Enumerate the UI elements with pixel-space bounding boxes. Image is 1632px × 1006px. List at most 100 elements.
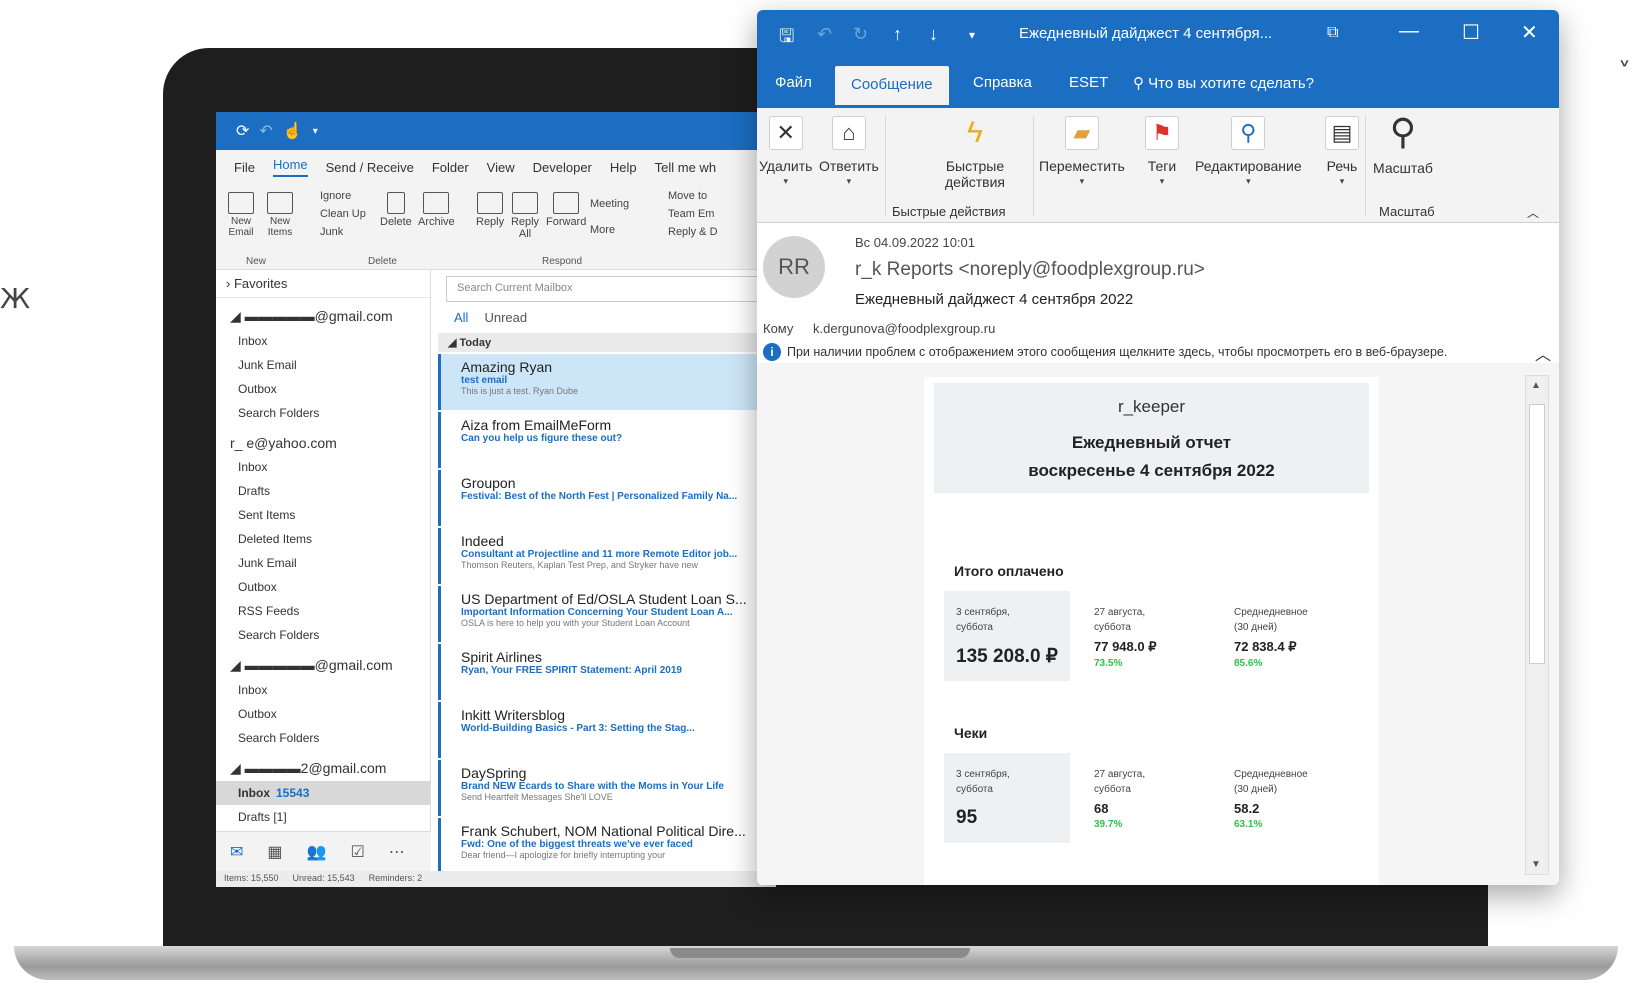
menu-tell-me[interactable]: Tell me wh xyxy=(655,160,716,175)
folder-item[interactable]: Search Folders xyxy=(216,401,430,425)
filter-all[interactable]: All xyxy=(454,310,468,325)
folder-item[interactable]: Outbox xyxy=(216,377,430,401)
editing-button[interactable]: ⚲ Редактирование ▾ xyxy=(1195,116,1302,187)
list-item[interactable]: Groupon Festival: Best of the North Fest… xyxy=(438,470,776,526)
folder-item[interactable]: Inbox xyxy=(216,329,430,353)
customize-qat-icon[interactable]: ▾ xyxy=(313,126,318,137)
minimize-icon[interactable]: — xyxy=(1399,20,1419,43)
move-to-button[interactable]: Move to xyxy=(668,190,707,202)
tags-button[interactable]: ⚑ Теги ▾ xyxy=(1145,116,1179,187)
next-item-icon[interactable]: ↓ xyxy=(929,24,938,45)
more-button[interactable]: More xyxy=(590,224,615,236)
list-item[interactable]: Aiza from EmailMeForm Can you help us fi… xyxy=(438,412,776,468)
touch-mode-icon[interactable]: ☝ xyxy=(283,121,303,141)
folder-item-inbox-selected[interactable]: Inbox 15543 xyxy=(216,781,430,805)
folder-item[interactable]: Search Folders xyxy=(216,623,430,647)
account-header[interactable]: ◢ ▬▬▬▬▬@gmail.com xyxy=(216,647,430,678)
customize-qat-icon[interactable]: ▾ xyxy=(969,28,975,42)
group-header-today[interactable]: ◢ Today xyxy=(438,333,776,352)
ignore-button[interactable]: Ignore xyxy=(320,190,351,202)
account-header[interactable]: r_ e@yahoo.com xyxy=(216,425,430,455)
collapse-header-icon[interactable]: ︿ xyxy=(1535,341,1551,365)
folder-item[interactable]: Inbox xyxy=(216,455,430,479)
folder-item[interactable]: Sent Items xyxy=(216,503,430,527)
team-email-button[interactable]: Team Em xyxy=(668,208,714,220)
delete-button[interactable]: Delete xyxy=(380,192,412,228)
tab-eset[interactable]: ESET xyxy=(1069,74,1108,91)
ribbon-display-options-icon[interactable]: ⧉ xyxy=(1327,24,1338,42)
menu-file[interactable]: File xyxy=(234,160,255,175)
more-icon[interactable]: ⋯ xyxy=(389,842,405,862)
folder-item[interactable]: Junk Email xyxy=(216,551,430,575)
folder-item[interactable]: Inbox xyxy=(216,678,430,702)
scroll-down-icon[interactable]: ▼ xyxy=(1531,859,1541,870)
menu-send-receive[interactable]: Send / Receive xyxy=(326,160,414,175)
tab-help[interactable]: Справка xyxy=(973,74,1032,91)
collapse-ribbon-icon[interactable]: ︿ xyxy=(1527,204,1539,221)
undo-icon[interactable]: ↶ xyxy=(817,24,832,45)
reply-button[interactable]: ⌂ Ответить ▾ xyxy=(819,116,879,187)
vertical-scrollbar[interactable]: ▲ ▼ xyxy=(1525,375,1549,875)
account-header[interactable]: ◢ ▬▬▬▬▬@gmail.com xyxy=(216,298,430,329)
folder-item[interactable]: Outbox xyxy=(216,702,430,726)
close-icon[interactable]: ✕ xyxy=(1521,20,1538,45)
tell-me-search[interactable]: ⚲ Что вы хотите сделать? xyxy=(1133,74,1314,92)
folder-item[interactable]: Drafts xyxy=(216,479,430,503)
reply-all-button[interactable]: Reply All xyxy=(510,192,540,240)
meeting-button[interactable]: Meeting xyxy=(590,198,629,210)
reply-button[interactable]: Reply xyxy=(476,192,504,228)
maximize-icon[interactable]: ☐ xyxy=(1462,20,1480,45)
account-header[interactable]: ◢ ▬▬▬▬2@gmail.com xyxy=(216,750,430,781)
folder-item[interactable]: Deleted Items xyxy=(216,527,430,551)
previous-item-icon[interactable]: ↑ xyxy=(893,24,902,45)
message-from[interactable]: r_k Reports <noreply@foodplexgroup.ru> xyxy=(855,259,1205,281)
redo-icon[interactable]: ↻ xyxy=(853,24,868,45)
favorites-header[interactable]: › Favorites xyxy=(216,270,430,298)
folder-item[interactable]: Outbox xyxy=(216,575,430,599)
menu-home[interactable]: Home xyxy=(272,157,308,177)
folder-item[interactable]: Junk Email xyxy=(216,353,430,377)
save-icon[interactable]: 🖫 xyxy=(779,24,794,54)
forward-button[interactable]: Forward xyxy=(546,192,586,228)
tab-message[interactable]: Сообщение xyxy=(835,66,949,105)
zoom-button[interactable]: ⚲ Масштаб xyxy=(1373,111,1433,176)
tab-file[interactable]: Файл xyxy=(775,74,812,91)
calendar-icon[interactable]: ▦ xyxy=(267,842,282,862)
clean-up-button[interactable]: Clean Up xyxy=(320,208,366,220)
folder-item[interactable]: RSS Feeds xyxy=(216,599,430,623)
undo-icon[interactable]: ↶ xyxy=(259,121,272,141)
people-icon[interactable]: 👥 xyxy=(307,842,327,862)
tasks-icon[interactable]: ☑ xyxy=(350,842,364,862)
list-item[interactable]: Amazing Ryan test email This is just a t… xyxy=(438,354,776,410)
scroll-up-icon[interactable]: ▲ xyxy=(1531,380,1541,391)
list-item[interactable]: US Department of Ed/OSLA Student Loan S.… xyxy=(438,586,776,642)
quick-actions-button[interactable]: ϟ Быстрые действия xyxy=(915,116,1035,190)
new-items-button[interactable]: New Items xyxy=(260,192,300,238)
folder-item[interactable]: Drafts [1] xyxy=(216,805,430,829)
move-button[interactable]: ▰ Переместить ▾ xyxy=(1039,116,1125,187)
sync-icon[interactable]: ⟳ xyxy=(236,121,249,141)
menu-view[interactable]: View xyxy=(487,160,515,175)
outlook-ribbon: New Email New Items Ignore Clean Up Junk… xyxy=(216,184,776,270)
speech-button[interactable]: ▤ Речь ▾ xyxy=(1325,116,1359,187)
reply-delete-button[interactable]: Reply & D xyxy=(668,226,718,238)
menu-developer[interactable]: Developer xyxy=(533,160,592,175)
delete-button[interactable]: ✕ Удалить ▾ xyxy=(759,116,812,187)
list-item[interactable]: Inkitt Writersblog World-Building Basics… xyxy=(438,702,776,758)
junk-button[interactable]: Junk xyxy=(320,226,343,238)
list-item[interactable]: Spirit Airlines Ryan, Your FREE SPIRIT S… xyxy=(438,644,776,700)
list-item[interactable]: DaySpring Brand NEW Ecards to Share with… xyxy=(438,760,776,816)
info-bar[interactable]: i При наличии проблем с отображением это… xyxy=(763,343,1447,361)
menu-help[interactable]: Help xyxy=(610,160,637,175)
filter-unread[interactable]: Unread xyxy=(484,310,527,325)
scrollbar-thumb[interactable] xyxy=(1529,404,1545,664)
list-item[interactable]: Indeed Consultant at Projectline and 11 … xyxy=(438,528,776,584)
archive-button[interactable]: Archive xyxy=(418,192,455,228)
mail-icon[interactable]: ✉ xyxy=(230,842,243,862)
to-address[interactable]: k.dergunova@foodplexgroup.ru xyxy=(813,321,995,336)
search-input[interactable]: Search Current Mailbox xyxy=(446,276,776,302)
menu-folder[interactable]: Folder xyxy=(432,160,469,175)
folder-item[interactable]: Search Folders xyxy=(216,726,430,750)
new-email-button[interactable]: New Email xyxy=(224,192,258,238)
list-item[interactable]: Frank Schubert, NOM National Political D… xyxy=(438,818,776,874)
